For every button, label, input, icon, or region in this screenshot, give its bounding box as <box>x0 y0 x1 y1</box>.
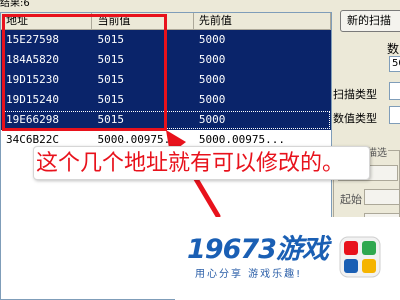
row-address: 19D15240 <box>6 93 59 106</box>
row-address: 19E66298 <box>6 113 59 126</box>
list-header: 地址 当前值 先前值 <box>1 13 331 30</box>
scan-type-select[interactable] <box>389 82 400 100</box>
result-row[interactable]: 184A5820 5015 5000 <box>1 50 331 70</box>
result-row[interactable]: 19E66298 5015 5000 <box>1 110 331 130</box>
site-watermark: 19673游戏 用心分享 游戏乐趣! <box>175 217 400 300</box>
result-row[interactable]: 19D15240 5015 5000 <box>1 90 331 110</box>
row-current-value: 5015 <box>97 93 124 106</box>
result-row[interactable]: 19D15230 5015 5000 <box>1 70 331 90</box>
row-previous-value: 5000 <box>198 73 226 86</box>
row-current-value: 5015 <box>97 73 124 86</box>
start-label: 起始 <box>340 193 362 206</box>
watermark-title: 19673游戏 <box>187 234 329 265</box>
scan-value-input[interactable]: 50 <box>389 56 400 72</box>
row-previous-value: 5000 <box>198 53 226 66</box>
row-previous-value: 5000 <box>198 113 226 126</box>
row-address: 15E27598 <box>6 33 59 46</box>
row-previous-value: 5000 <box>198 93 226 106</box>
callout-text: 这个几个地址就有可以修改的。 <box>36 151 345 176</box>
game-controller-logo-icon <box>339 236 381 278</box>
new-scan-button[interactable]: 新的扫描 <box>340 10 400 32</box>
column-header-previous-value[interactable]: 先前值 <box>194 13 331 30</box>
results-count-label: 结果:6 <box>0 0 30 9</box>
row-current-value: 5015 <box>97 53 124 66</box>
value-label: 数 <box>387 42 400 56</box>
row-address: 19D15230 <box>6 73 59 86</box>
column-header-address[interactable]: 地址 <box>1 13 93 30</box>
list-rows: 15E27598 5015 5000 184A5820 5015 5000 19… <box>1 30 331 150</box>
row-current-value: 5015 <box>97 113 124 126</box>
row-address: 184A5820 <box>6 53 59 66</box>
value-type-select[interactable] <box>389 106 400 124</box>
column-header-current-value[interactable]: 当前值 <box>92 13 194 30</box>
row-previous-value: 5000 <box>198 33 226 46</box>
scan-type-label: 扫描类型 <box>333 88 377 101</box>
value-type-label: 数值类型 <box>333 112 377 125</box>
result-row[interactable]: 15E27598 5015 5000 <box>1 30 331 50</box>
annotation-callout: 这个几个地址就有可以修改的。 <box>33 146 370 180</box>
start-address-input[interactable] <box>364 189 400 205</box>
watermark-slogan: 用心分享 游戏乐趣! <box>195 269 303 280</box>
row-current-value: 5015 <box>97 33 124 46</box>
